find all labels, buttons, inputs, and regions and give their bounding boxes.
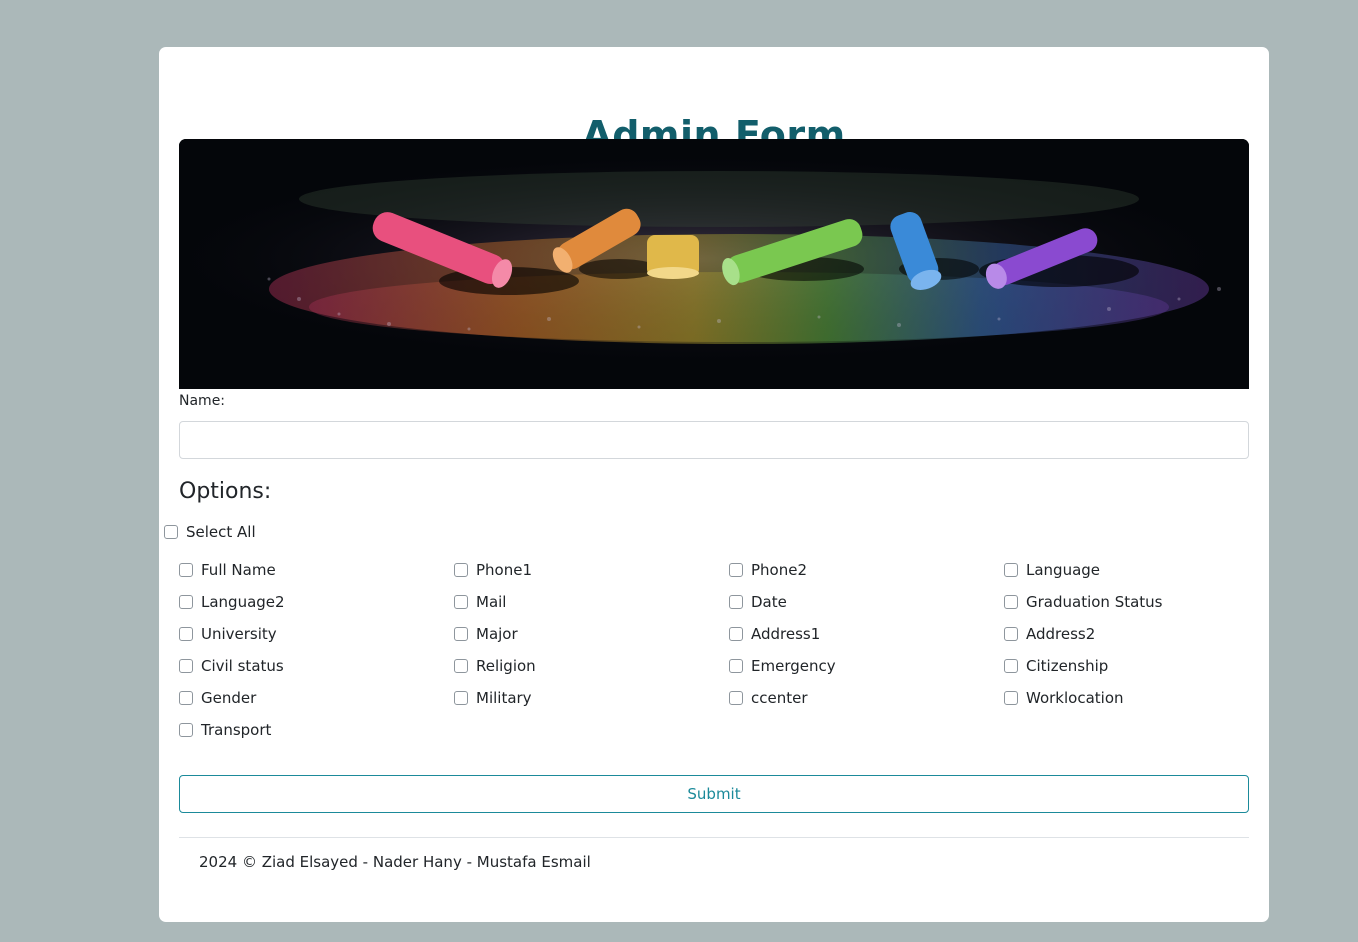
select-all-checkbox[interactable]: Select All bbox=[164, 523, 256, 541]
name-input[interactable] bbox=[179, 421, 1249, 459]
footer-credits: 2024 © Ziad Elsayed - Nader Hany - Musta… bbox=[199, 853, 591, 871]
option-label: Military bbox=[476, 689, 532, 707]
banner-image bbox=[179, 139, 1249, 389]
checkbox-box[interactable] bbox=[729, 691, 743, 705]
option-checkbox[interactable]: Emergency bbox=[729, 657, 989, 675]
option-label: Religion bbox=[476, 657, 536, 675]
checkbox-box[interactable] bbox=[179, 659, 193, 673]
option-label: Graduation Status bbox=[1026, 593, 1163, 611]
option-checkbox[interactable]: ccenter bbox=[729, 689, 989, 707]
checkbox-box[interactable] bbox=[729, 659, 743, 673]
option-checkbox[interactable]: Date bbox=[729, 593, 989, 611]
option-label: Language bbox=[1026, 561, 1101, 579]
option-label: ccenter bbox=[751, 689, 808, 707]
option-checkbox[interactable]: Language bbox=[1004, 561, 1264, 579]
option-checkbox[interactable]: Religion bbox=[454, 657, 714, 675]
checkbox-box[interactable] bbox=[1004, 627, 1018, 641]
checkbox-box[interactable] bbox=[164, 525, 178, 539]
option-checkbox[interactable]: Transport bbox=[179, 721, 439, 739]
option-label: Address1 bbox=[751, 625, 821, 643]
option-checkbox[interactable]: Civil status bbox=[179, 657, 439, 675]
option-label: University bbox=[201, 625, 277, 643]
option-label: Full Name bbox=[201, 561, 276, 579]
checkbox-box[interactable] bbox=[179, 563, 193, 577]
option-label: Mail bbox=[476, 593, 507, 611]
option-checkbox[interactable]: Military bbox=[454, 689, 714, 707]
checkbox-box[interactable] bbox=[179, 723, 193, 737]
checkbox-box[interactable] bbox=[729, 595, 743, 609]
submit-button[interactable]: Submit bbox=[179, 775, 1249, 813]
option-checkbox[interactable]: University bbox=[179, 625, 439, 643]
select-all-label: Select All bbox=[186, 523, 256, 541]
checkbox-box[interactable] bbox=[1004, 563, 1018, 577]
footer-divider bbox=[179, 837, 1249, 838]
option-label: Transport bbox=[201, 721, 272, 739]
option-checkbox[interactable]: Address1 bbox=[729, 625, 989, 643]
options-grid: Full Name Phone1 Phone2 Language Languag… bbox=[179, 561, 1279, 751]
options-heading: Options: bbox=[179, 479, 272, 504]
option-checkbox[interactable]: Worklocation bbox=[1004, 689, 1264, 707]
checkbox-box[interactable] bbox=[454, 595, 468, 609]
option-checkbox[interactable]: Major bbox=[454, 625, 714, 643]
option-label: Phone2 bbox=[751, 561, 808, 579]
checkbox-box[interactable] bbox=[179, 691, 193, 705]
option-label: Emergency bbox=[751, 657, 836, 675]
option-checkbox[interactable]: Language2 bbox=[179, 593, 439, 611]
checkbox-box[interactable] bbox=[454, 563, 468, 577]
option-label: Date bbox=[751, 593, 787, 611]
name-label: Name: bbox=[179, 393, 226, 409]
checkbox-box[interactable] bbox=[729, 627, 743, 641]
option-checkbox[interactable]: Phone1 bbox=[454, 561, 714, 579]
option-checkbox[interactable]: Gender bbox=[179, 689, 439, 707]
checkbox-box[interactable] bbox=[454, 659, 468, 673]
option-label: Gender bbox=[201, 689, 257, 707]
checkbox-box[interactable] bbox=[454, 691, 468, 705]
option-checkbox[interactable]: Address2 bbox=[1004, 625, 1264, 643]
checkbox-box[interactable] bbox=[1004, 659, 1018, 673]
option-label: Civil status bbox=[201, 657, 284, 675]
checkbox-box[interactable] bbox=[1004, 691, 1018, 705]
option-checkbox[interactable]: Citizenship bbox=[1004, 657, 1264, 675]
option-label: Address2 bbox=[1026, 625, 1096, 643]
checkbox-box[interactable] bbox=[729, 563, 743, 577]
option-label: Language2 bbox=[201, 593, 285, 611]
option-label: Worklocation bbox=[1026, 689, 1124, 707]
option-checkbox[interactable]: Mail bbox=[454, 593, 714, 611]
option-checkbox[interactable]: Full Name bbox=[179, 561, 439, 579]
checkbox-box[interactable] bbox=[179, 595, 193, 609]
option-label: Citizenship bbox=[1026, 657, 1109, 675]
option-label: Phone1 bbox=[476, 561, 533, 579]
admin-form-card: Admin Form Name: Options: Select All Ful… bbox=[159, 47, 1269, 922]
checkbox-box[interactable] bbox=[454, 627, 468, 641]
option-checkbox[interactable]: Phone2 bbox=[729, 561, 989, 579]
checkbox-box[interactable] bbox=[1004, 595, 1018, 609]
option-label: Major bbox=[476, 625, 518, 643]
option-checkbox[interactable]: Graduation Status bbox=[1004, 593, 1264, 611]
checkbox-box[interactable] bbox=[179, 627, 193, 641]
